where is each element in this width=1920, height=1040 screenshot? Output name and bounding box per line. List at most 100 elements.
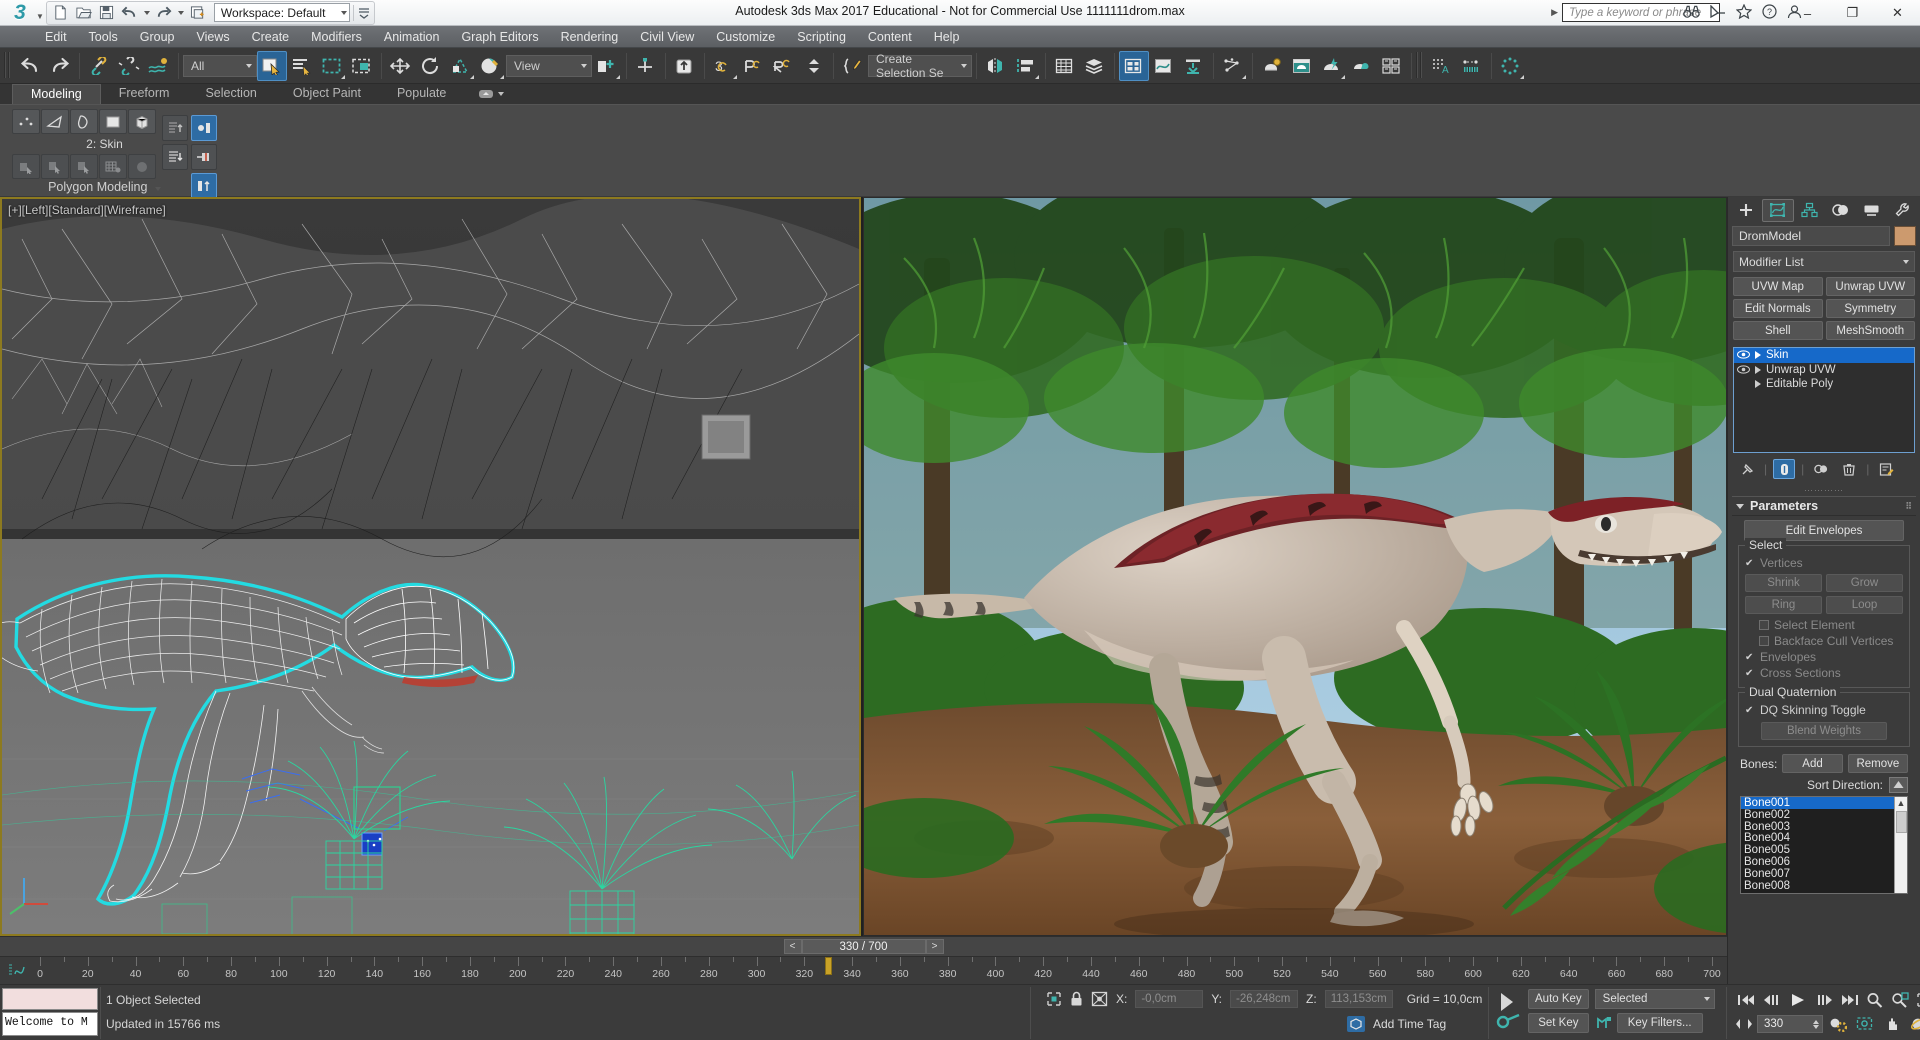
vertex-icon[interactable]	[12, 109, 40, 134]
blend-weights-button[interactable]: Blend Weights	[1761, 722, 1887, 740]
workspace-selector[interactable]: Workspace: Default	[214, 3, 351, 22]
save-file-icon[interactable]	[96, 3, 118, 23]
layer-explorer-icon[interactable]	[1050, 51, 1080, 81]
ribbon-tab-populate[interactable]: Populate	[379, 84, 464, 104]
open-asset-tracking-icon[interactable]	[1377, 51, 1407, 81]
track-bar[interactable]: 0204060801001201401601802002202402602803…	[0, 956, 1727, 984]
create-tab[interactable]	[1731, 199, 1761, 222]
modifier-stack-list[interactable]: Skin Unwrap UVW Editable Poly	[1733, 347, 1915, 453]
expand-arrow-icon[interactable]	[1755, 351, 1761, 359]
spacing-tool-icon[interactable]	[1496, 51, 1526, 81]
current-frame-field[interactable]: 330	[1757, 1015, 1823, 1033]
loop-button[interactable]: Loop	[1826, 596, 1903, 614]
set-key-mode-icon[interactable]	[1496, 989, 1522, 1033]
field-of-view-icon[interactable]	[1853, 1013, 1877, 1035]
absolute-relative-transform-toggle-icon[interactable]	[1091, 991, 1108, 1007]
zoom-icon[interactable]	[1863, 989, 1887, 1011]
select-and-rotate-icon[interactable]	[416, 51, 446, 81]
set-key-button[interactable]: Set Key	[1528, 1013, 1589, 1033]
go-to-start-icon[interactable]	[1734, 989, 1758, 1011]
edit-named-selection-sets-icon[interactable]	[838, 51, 868, 81]
sort-direction-up-icon[interactable]	[1889, 777, 1908, 793]
select-and-place-icon[interactable]	[476, 51, 506, 81]
app-menu-chevron-icon[interactable]: ▼	[36, 12, 44, 21]
menu-item-help[interactable]: Help	[923, 28, 971, 46]
border-icon[interactable]	[70, 109, 98, 134]
snapshot-icon[interactable]	[1457, 51, 1487, 81]
pin-stack-icon[interactable]	[1736, 459, 1758, 479]
set-keys-icon[interactable]	[1595, 1014, 1613, 1032]
named-selection-sets-combo[interactable]: Create Selection Se	[868, 55, 972, 77]
bone-list-item[interactable]: Bone003	[1741, 821, 1907, 833]
collapse-stack-down-icon[interactable]	[162, 144, 188, 170]
particle-view-icon[interactable]	[1218, 51, 1248, 81]
bone-list-item[interactable]: Bone007	[1741, 868, 1907, 880]
bone-list-item[interactable]: Bone005	[1741, 844, 1907, 856]
window-crossing-toggle-icon[interactable]	[347, 51, 377, 81]
minimize-button[interactable]: –	[1785, 0, 1830, 26]
bind-to-space-warp-icon[interactable]	[144, 51, 174, 81]
menu-item-group[interactable]: Group	[129, 28, 186, 46]
schematic-view-icon[interactable]	[1179, 51, 1209, 81]
ribbon-minimize-chevron-icon[interactable]	[498, 92, 504, 96]
menu-item-views[interactable]: Views	[185, 28, 240, 46]
previous-frame-icon[interactable]	[1759, 989, 1783, 1011]
scrollbar-thumb[interactable]	[1896, 811, 1907, 833]
time-playhead[interactable]	[825, 957, 832, 975]
collapse-triangle-icon[interactable]	[1736, 504, 1744, 509]
bone-list-item[interactable]: Bone004	[1741, 832, 1907, 844]
menu-item-scripting[interactable]: Scripting	[786, 28, 857, 46]
configure-modifier-sets-icon[interactable]	[1875, 459, 1897, 479]
align-icon[interactable]	[1011, 51, 1041, 81]
maxscript-mini-listener-input[interactable]: Welcome to M	[2, 1012, 98, 1036]
ribbon-tab-modeling[interactable]: Modeling	[12, 84, 101, 104]
select-and-scale-icon[interactable]	[446, 51, 476, 81]
rectangular-selection-region-icon[interactable]	[317, 51, 347, 81]
menu-item-create[interactable]: Create	[241, 28, 301, 46]
align-grid-icon[interactable]	[99, 154, 127, 179]
menu-item-edit[interactable]: Edit	[34, 28, 78, 46]
toggle-scene-explorer-icon[interactable]	[1119, 51, 1149, 81]
time-configuration-icon[interactable]	[1826, 1013, 1850, 1035]
previous-frame-button[interactable]: <	[784, 939, 802, 954]
selection-lock-toggle-icon[interactable]	[1046, 991, 1062, 1007]
polygon-icon[interactable]	[99, 109, 127, 134]
redo-dropdown-icon[interactable]	[176, 3, 186, 23]
rollout-grip-icon[interactable]: ⠿	[1905, 501, 1912, 512]
ref-coord-system-combo[interactable]: View	[506, 55, 592, 77]
selection-filter-combo[interactable]: All	[183, 55, 257, 77]
favorites-star-icon[interactable]	[1736, 4, 1752, 19]
make-planar-icon[interactable]	[70, 154, 98, 179]
render-setup-icon[interactable]	[1287, 51, 1317, 81]
app-logo-icon[interactable]: 3	[0, 0, 40, 26]
project-folder-icon[interactable]	[187, 3, 209, 23]
toolbar-grip[interactable]	[4, 52, 11, 80]
object-name-input[interactable]: DromModel	[1732, 226, 1890, 246]
auto-key-button[interactable]: Auto Key	[1528, 989, 1589, 1009]
expand-arrow-icon[interactable]	[1755, 366, 1761, 374]
modifier-button-uvw-map[interactable]: UVW Map	[1733, 277, 1823, 296]
bone-list-scrollbar[interactable]: ▲	[1894, 797, 1907, 893]
element-icon[interactable]	[128, 109, 156, 134]
cross-sections-checkbox[interactable]: ✔ Cross Sections	[1745, 665, 1903, 681]
play-animation-icon[interactable]	[1784, 989, 1812, 1011]
percent-snap-toggle-icon[interactable]	[739, 51, 769, 81]
spinner-arrows-icon[interactable]	[799, 51, 829, 81]
menu-item-content[interactable]: Content	[857, 28, 923, 46]
maximize-button[interactable]: ❐	[1830, 0, 1875, 26]
bone-list-item[interactable]: Bone008	[1741, 880, 1907, 892]
new-scene-icon[interactable]	[50, 3, 72, 23]
search-expand-icon[interactable]: ▶	[1547, 7, 1562, 18]
modifier-button-symmetry[interactable]: Symmetry	[1826, 299, 1916, 318]
menu-item-modifiers[interactable]: Modifiers	[300, 28, 373, 46]
modifier-stack-item-editable-poly[interactable]: Editable Poly	[1734, 377, 1914, 392]
layer-manager-icon[interactable]	[1080, 51, 1110, 81]
close-button[interactable]: ✕	[1875, 0, 1920, 26]
viewport-right[interactable]	[863, 197, 1727, 936]
modifier-stack-item-skin[interactable]: Skin	[1734, 348, 1914, 363]
panel-chevron-down-icon[interactable]	[155, 187, 161, 191]
modifier-button-edit-normals[interactable]: Edit Normals	[1733, 299, 1823, 318]
curve-editor-icon[interactable]	[1149, 51, 1179, 81]
open-mini-curve-editor-icon[interactable]	[8, 963, 28, 978]
visibility-eye-icon[interactable]	[1737, 350, 1750, 360]
